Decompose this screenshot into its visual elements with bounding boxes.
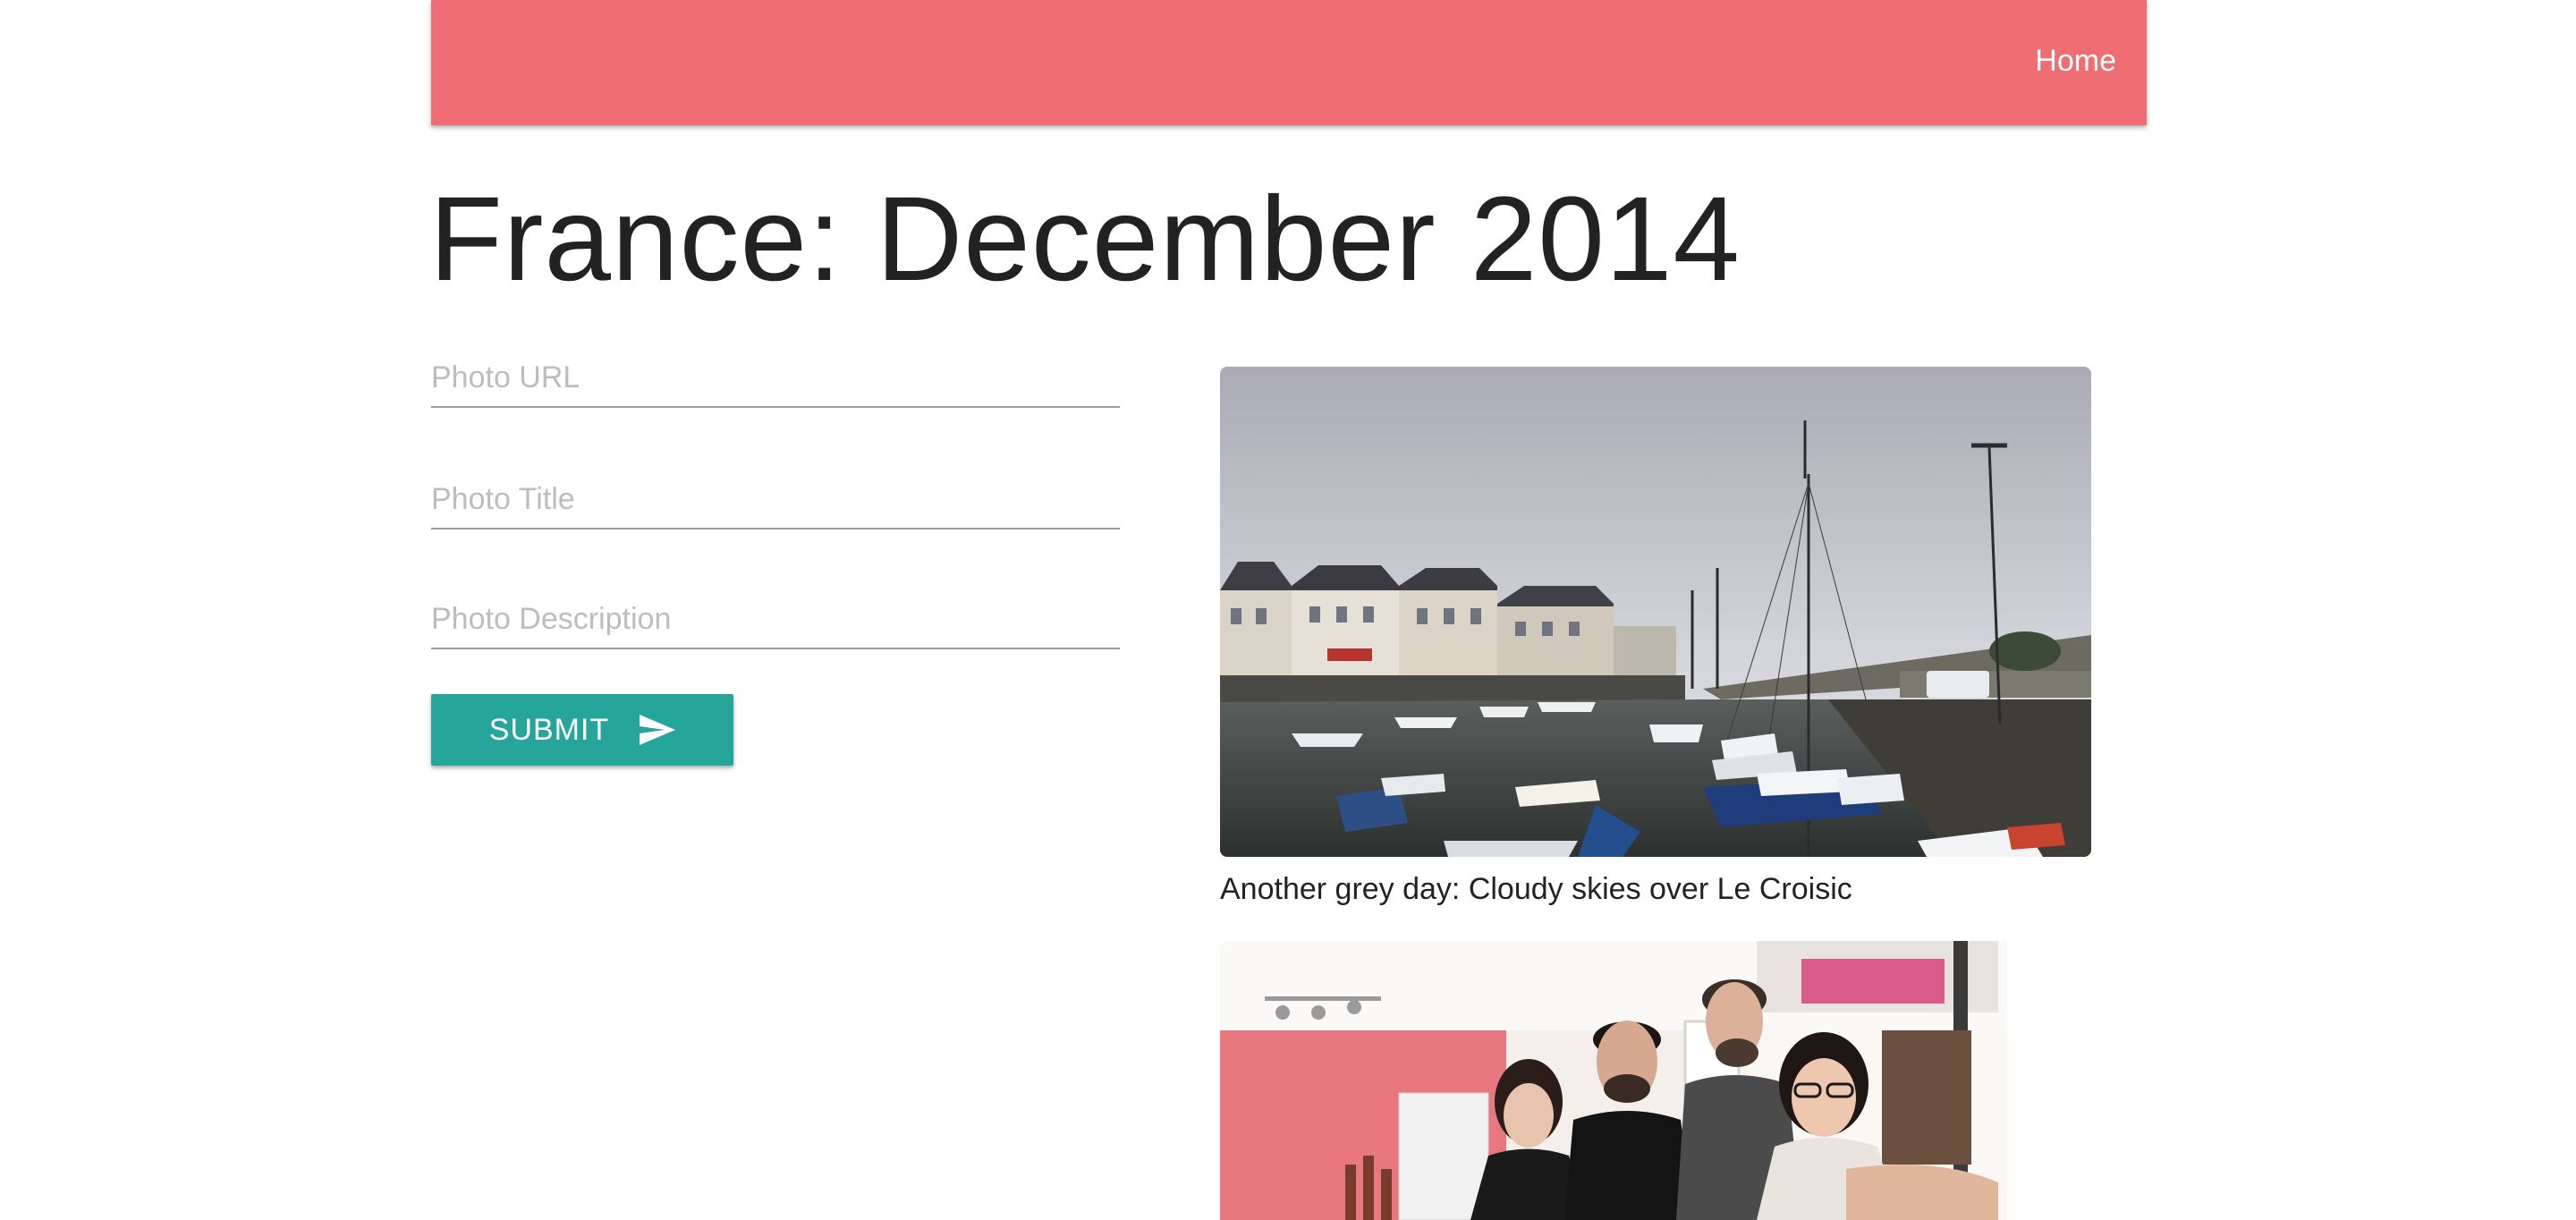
page: Home France: December 2014 SUBMIT [0, 0, 2576, 1220]
photo-description-input[interactable] [431, 590, 1120, 649]
page-title: France: December 2014 [429, 173, 1741, 306]
photo-url-field [431, 349, 1120, 411]
navbar: Home [431, 0, 2147, 125]
photo-caption: Another grey day: Cloudy skies over Le C… [1220, 872, 1852, 906]
submit-label: SUBMIT [488, 712, 610, 747]
photo-title-input[interactable] [431, 470, 1120, 530]
photo-card: Another grey day: Cloudy skies over Le C… [1220, 367, 2091, 909]
photo-description-field [431, 590, 1120, 653]
submit-button[interactable]: SUBMIT [431, 694, 733, 766]
photo-title-field [431, 470, 1120, 533]
send-icon [640, 715, 676, 745]
harbor-photo[interactable] [1220, 367, 2091, 857]
group-photo-card [1220, 941, 2091, 1220]
photo-url-input[interactable] [431, 349, 1120, 408]
group-photo[interactable] [1220, 941, 2091, 1220]
nav-home-link[interactable]: Home [2035, 41, 2116, 80]
